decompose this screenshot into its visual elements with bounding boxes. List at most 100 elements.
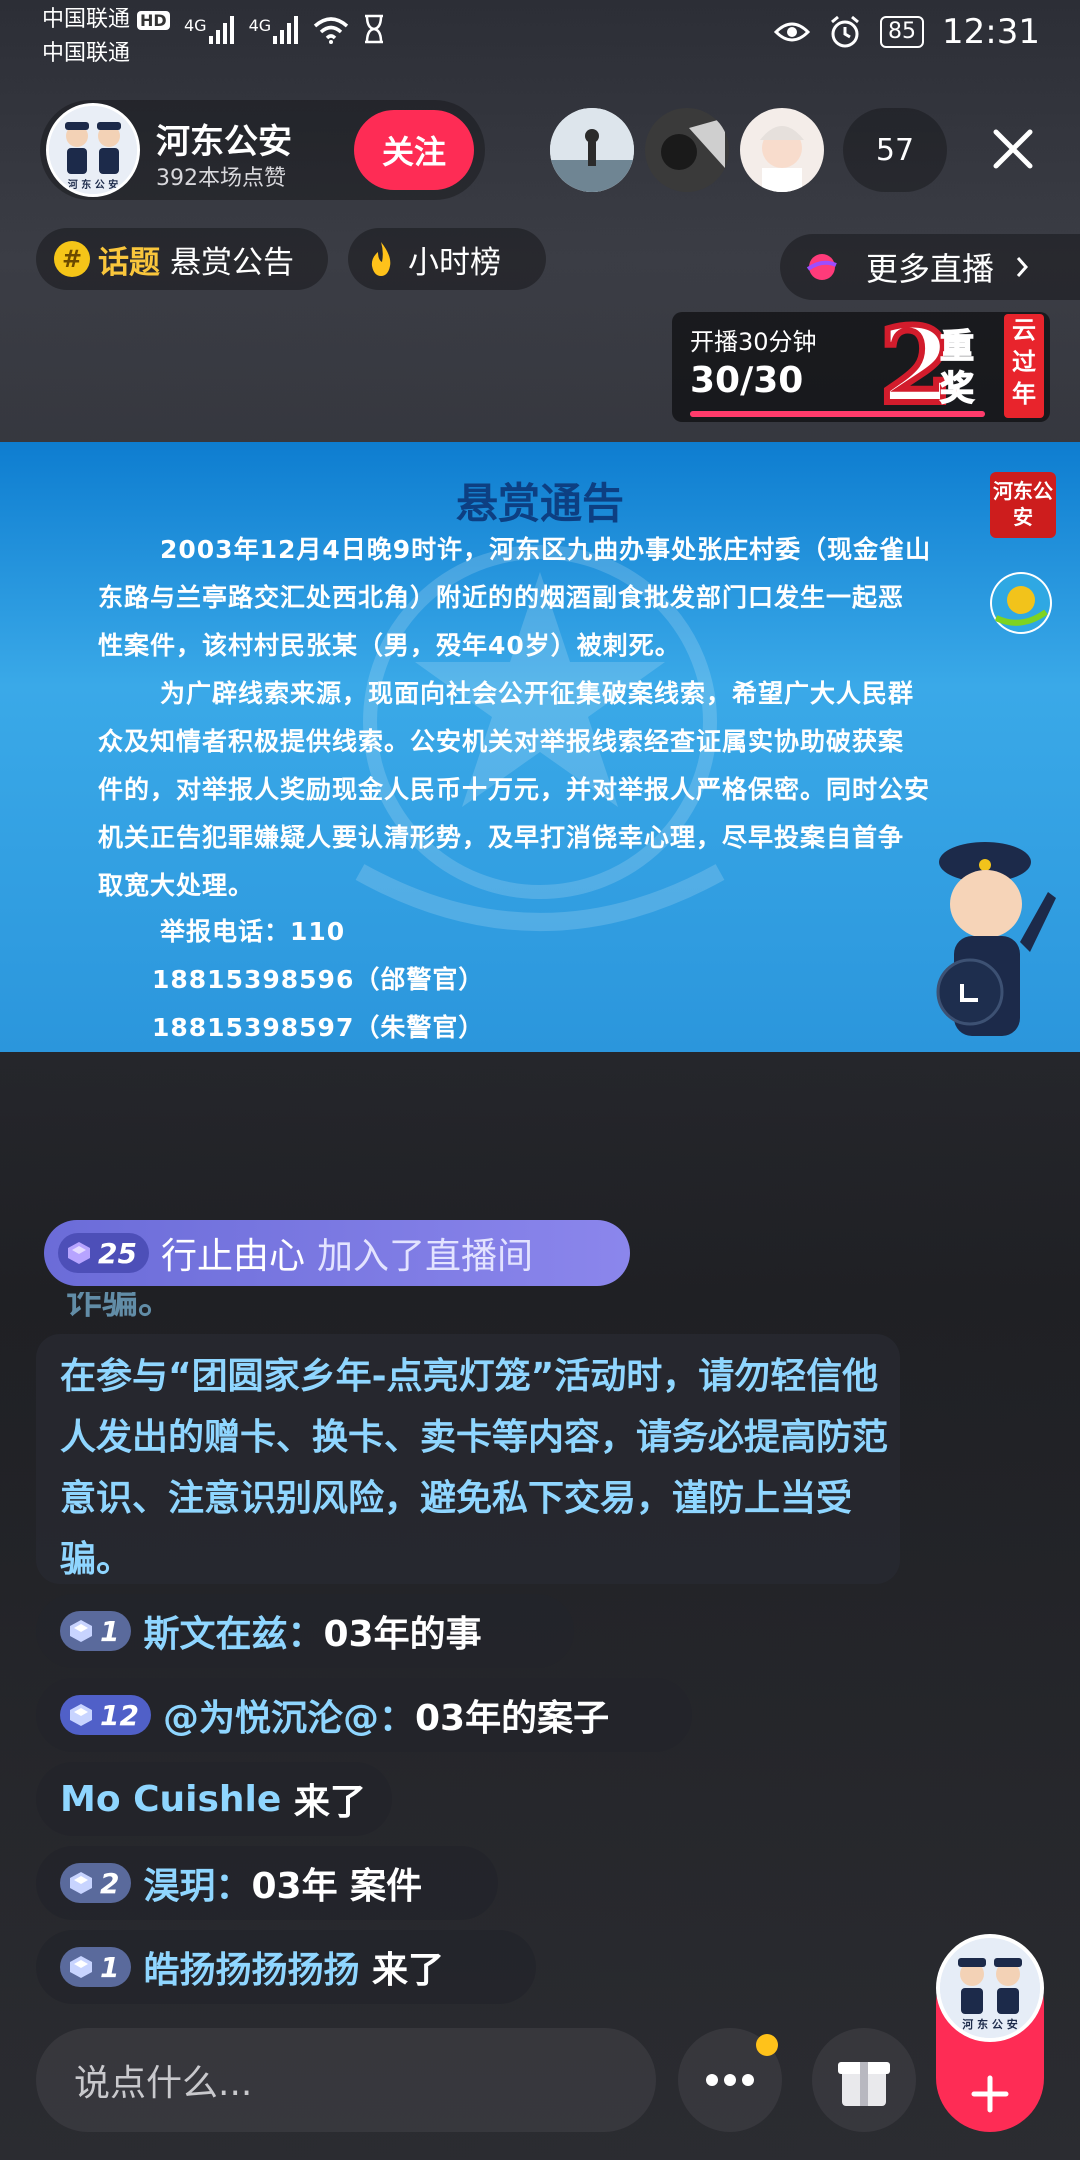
level-badge: 25 — [58, 1233, 149, 1273]
host-mini-avatar[interactable]: 河 东 公 安 — [936, 1934, 1044, 2042]
notice-paragraph-2: 为广辟线索来源，现面向社会公开征集破案线索，希望广大人民群 众及知情者积极提供线… — [98, 670, 988, 910]
gem-icon — [70, 1956, 92, 1978]
gem-icon — [68, 1242, 90, 1264]
chat-text: 03年 案件 — [251, 1866, 423, 1907]
promo-banner-title: 开播30分钟 — [690, 328, 817, 356]
promo-side-tag: 云过年 — [1004, 314, 1044, 418]
viewer-photo-icon — [740, 108, 824, 192]
join-notice: 25 行止由心 加入了直播间 — [44, 1220, 630, 1286]
join-action: 加入了直播间 — [316, 1236, 533, 1277]
chat-text: 03年的案子 — [414, 1698, 610, 1739]
hourglass-icon — [365, 14, 384, 44]
police-mascot-icon — [936, 842, 1056, 1036]
chat-text: 来了 — [281, 1782, 366, 1823]
chat-message[interactable]: 1 斯文在兹： 03年的事 — [36, 1594, 574, 1668]
gem-icon — [70, 1872, 92, 1894]
chat-message[interactable]: 2 淏玥： 03年 案件 — [36, 1846, 498, 1920]
eye-icon — [774, 22, 811, 42]
more-live-button[interactable]: 更多直播 — [780, 234, 1080, 300]
level-number: 1 — [100, 1950, 120, 1984]
carrier-1: 中国联通 HD — [42, 4, 170, 37]
carrier-1-label: 中国联通 — [42, 7, 131, 32]
level-number: 12 — [100, 1698, 139, 1732]
hour-rank-pill[interactable]: 小时榜 — [348, 228, 546, 290]
battery-indicator: 85 — [880, 16, 925, 48]
alarm-icon — [831, 15, 859, 48]
notice-line: 件的，对举报人奖励现金人民币十万元，并对举报人严格保密。同时公安 — [98, 775, 931, 804]
viewer-avatar-2[interactable] — [645, 108, 729, 192]
notice-line: 为广辟线索来源，现面向社会公开征集破案线索，希望广大人民群 — [160, 679, 915, 708]
chat-username[interactable]: Mo Cuishle — [60, 1779, 281, 1820]
level-number: 2 — [100, 1866, 120, 1900]
wifi-icon — [314, 17, 349, 44]
follow-button[interactable]: 关注 — [354, 110, 474, 190]
clock: 12:31 — [942, 12, 1040, 52]
live-planet-icon — [806, 254, 837, 280]
viewer-count[interactable]: 57 — [843, 108, 947, 192]
viewer-photo-icon — [550, 108, 634, 192]
host-likes: 392本场点赞 — [156, 166, 286, 191]
level-badge: 1 — [60, 1611, 132, 1651]
double-award-icon: 2 重 奖 — [880, 314, 975, 414]
notice-line: 取宽大处理。 — [98, 871, 255, 900]
chat-text: 03年的事 — [323, 1614, 482, 1655]
hour-rank-label: 小时榜 — [408, 244, 501, 281]
chat-text: 来了 — [359, 1950, 445, 1991]
flame-icon — [371, 242, 391, 276]
award-char-1: 重 — [940, 327, 974, 367]
gift-button[interactable] — [812, 2028, 916, 2132]
viewer-avatar-1[interactable] — [550, 108, 634, 192]
chat-username[interactable]: @为悦沉沦@： — [163, 1689, 415, 1741]
signal-1-label: 4G — [184, 16, 207, 35]
live-video[interactable]: 悬赏通告 2003年12月4日晚9时许，河东区九曲办事处张庄村委（现金雀山 东路… — [0, 442, 1080, 1052]
chat-username[interactable]: 斯文在兹： — [143, 1605, 323, 1657]
gift-icon — [838, 2062, 890, 2106]
hd-badge: HD — [137, 11, 170, 30]
chat-message[interactable]: 1 皓扬扬扬扬扬 来了 — [36, 1930, 536, 2004]
level-number: 25 — [98, 1236, 137, 1270]
notice-line: 2003年12月4日晚9时许，河东区九曲办事处张庄村委（现金雀山 — [160, 535, 932, 564]
host-avatar[interactable]: 河 东 公 安 — [46, 103, 140, 197]
signal-bars-icon — [273, 16, 299, 44]
viewer-photo-icon — [645, 108, 729, 192]
close-icon[interactable] — [986, 122, 1040, 176]
viewer-avatar-3[interactable] — [740, 108, 824, 192]
notice-line: 机关正告犯罪嫌疑人要认清形势，及早打消侥幸心理，尽早投案自首争 — [98, 823, 905, 852]
chat-message[interactable]: Mo Cuishle 来了 — [36, 1762, 392, 1836]
more-live-label: 更多直播 — [866, 250, 995, 288]
notice-hotline: 举报电话：110 — [160, 917, 346, 946]
chat-username[interactable]: 淏玥： — [143, 1857, 251, 1909]
award-char-2: 奖 — [940, 369, 974, 409]
comment-input[interactable]: 说点什么... — [36, 2028, 656, 2132]
chat-username[interactable]: 皓扬扬扬扬扬 — [143, 1941, 359, 1993]
signal-2: 4G — [249, 16, 300, 44]
police-badge-icon — [990, 572, 1052, 634]
signal-bars-icon — [208, 16, 234, 44]
host-name: 河东公安 — [156, 122, 292, 162]
avatar-caption: 河 东 公 安 — [962, 2018, 1018, 2031]
gem-icon — [70, 1620, 92, 1642]
promo-banner-progress: 30/30 — [690, 360, 804, 401]
level-badge: 12 — [60, 1695, 151, 1735]
chat-system-notice-text: 在参与“团圆家乡年-点亮灯笼”活动时，请勿轻信他人发出的赠卡、换卡、卖卡等内容，… — [60, 1356, 889, 1580]
notice-title: 悬赏通告 — [455, 479, 624, 528]
signal-2-label: 4G — [248, 16, 272, 35]
status-bar: 中国联通 HD 中国联通 4G 4G 85 12:31 — [0, 0, 1080, 70]
gem-icon — [70, 1704, 92, 1726]
signal-1: 4G — [184, 16, 235, 44]
level-badge: 1 — [60, 1947, 132, 1987]
topic-label: 话题 — [98, 244, 160, 281]
topic-text: 悬赏公告 — [170, 244, 294, 281]
notice-line: 性案件，该村村民张某（男，殁年40岁）被刺死。 — [98, 631, 681, 660]
hashtag-icon: # — [54, 241, 90, 277]
notice-phone-1: 18815398596（邰警官） — [152, 965, 485, 994]
level-badge: 2 — [60, 1863, 132, 1903]
avatar-caption: 河 东 公 安 — [67, 180, 119, 191]
carrier-2: 中国联通 — [42, 41, 131, 66]
chat-message[interactable]: 12 @为悦沉沦@： 03年的案子 — [36, 1678, 692, 1752]
notification-dot — [756, 2034, 778, 2056]
notice-line: 众及知情者积极提供线索。公安机关对举报线索经查证属实协助破获案 — [98, 727, 905, 756]
topic-pill[interactable]: # 话题 悬赏公告 — [36, 228, 328, 290]
level-number: 1 — [100, 1614, 120, 1648]
notice-paragraph-1: 2003年12月4日晚9时许，河东区九曲办事处张庄村委（现金雀山 东路与兰亭路交… — [98, 526, 988, 670]
